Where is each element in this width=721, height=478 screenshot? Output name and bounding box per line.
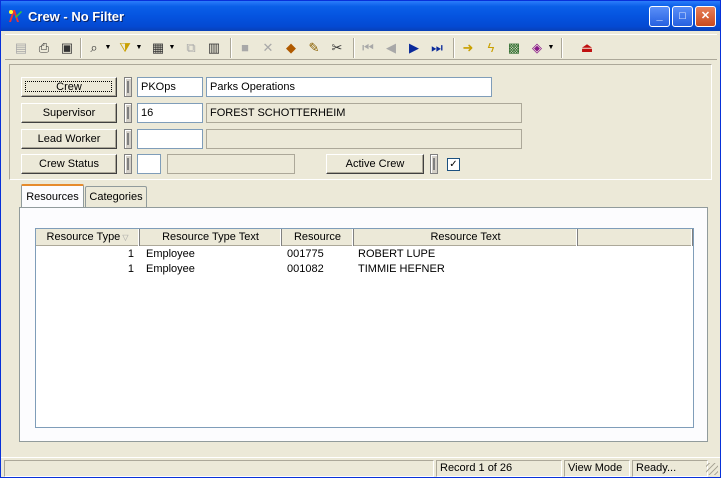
supervisor-name-field: FOREST SCHOTTERHEIM <box>206 103 522 123</box>
column-header-resource[interactable]: Resource <box>282 229 354 246</box>
toolbar-separator <box>561 38 563 58</box>
toolbar-separator <box>230 38 232 58</box>
column-header-empty <box>578 229 693 246</box>
cell-resource-type-text: Employee <box>146 263 195 275</box>
print-icon[interactable]: ⎙ <box>34 38 54 58</box>
crew-status-code-field[interactable] <box>137 154 161 174</box>
status-message: Ready... <box>632 460 708 477</box>
active-crew-button[interactable]: Active Crew <box>326 154 424 174</box>
last-record-icon[interactable]: ⏭ <box>427 38 447 58</box>
print-preview-icon[interactable]: ▣ <box>57 38 77 58</box>
toolbar-separator <box>453 38 455 58</box>
edit-icon[interactable]: ✎ <box>304 38 324 58</box>
minimize-button[interactable]: _ <box>649 6 670 27</box>
lead-worker-grip[interactable] <box>124 129 132 149</box>
status-bar: Record 1 of 26 View Mode Ready... <box>1 457 720 477</box>
supervisor-button[interactable]: Supervisor <box>21 103 117 123</box>
attach-icon[interactable]: ◆ <box>281 38 301 58</box>
column-header-resource-type[interactable]: Resource Type ▽ <box>36 229 140 246</box>
column-header-resource-text[interactable]: Resource Text <box>354 229 578 246</box>
resources-grid[interactable]: Resource Type ▽ Resource Type Text Resour… <box>35 228 694 428</box>
close-button[interactable]: ✕ <box>695 6 716 27</box>
map-icon[interactable]: ▩ <box>504 38 524 58</box>
search-icon[interactable]: ⌕ <box>84 38 104 58</box>
table-row[interactable]: 1 Employee 001775 ROBERT LUPE <box>36 247 693 262</box>
supervisor-code-field[interactable]: 16 <box>137 103 203 123</box>
crew-status-name-field <box>167 154 295 174</box>
tab-resources[interactable]: Resources <box>21 184 84 208</box>
toolbar-separator <box>80 38 82 58</box>
filter-icon[interactable]: ⧩ <box>115 38 135 58</box>
first-record-icon[interactable]: ⏮ <box>358 38 378 58</box>
next-record-icon[interactable]: ▶ <box>404 38 424 58</box>
supervisor-grip[interactable] <box>124 103 132 123</box>
crew-code-field[interactable]: PKOps <box>137 77 203 97</box>
report-icon[interactable]: ▦ <box>148 38 168 58</box>
lead-worker-button[interactable]: Lead Worker <box>21 129 117 149</box>
crew-grip[interactable] <box>124 77 132 97</box>
lead-worker-code-field[interactable] <box>137 129 203 149</box>
cell-resource-type: 1 <box>127 263 134 275</box>
cell-resource-type: 1 <box>127 248 134 260</box>
mode-indicator: View Mode <box>564 460 630 477</box>
cell-resource-text: TIMMIE HEFNER <box>358 263 445 275</box>
crew-status-button[interactable]: Crew Status <box>21 154 117 174</box>
toolbar-separator <box>353 38 355 58</box>
status-panel-blank <box>4 460 434 477</box>
cell-resource: 001082 <box>287 263 324 275</box>
save-icon[interactable]: ■ <box>235 38 255 58</box>
paste-icon[interactable]: ▥ <box>204 38 224 58</box>
report-dropdown-icon[interactable]: ▼ <box>168 38 176 58</box>
active-crew-checkbox[interactable]: ✓ <box>447 158 460 171</box>
new-record-icon[interactable]: ▤ <box>11 38 31 58</box>
record-counter: Record 1 of 26 <box>436 460 562 477</box>
cell-resource: 001775 <box>287 248 324 260</box>
quick-icon[interactable]: ϟ <box>481 38 501 58</box>
tab-categories[interactable]: Categories <box>85 186 147 208</box>
crew-window: Crew - No Filter _ □ ✕ ▤ ⎙ ▣ ⌕ ▼ ⧩ ▼ ▦ ▼… <box>0 0 721 478</box>
resources-tab-page: Resource Type ▽ Resource Type Text Resour… <box>19 207 708 442</box>
previous-record-icon[interactable]: ◀ <box>381 38 401 58</box>
crew-name-field[interactable]: Parks Operations <box>206 77 492 97</box>
exit-icon[interactable]: ⏏ <box>577 38 597 58</box>
column-header-label: Resource Type <box>46 231 121 243</box>
filter-dropdown-icon[interactable]: ▼ <box>135 38 143 58</box>
window-title: Crew - No Filter <box>28 9 125 24</box>
help-book-icon[interactable]: ◈ <box>527 38 547 58</box>
goto-icon[interactable]: ➜ <box>458 38 478 58</box>
delete-icon[interactable]: ✕ <box>258 38 278 58</box>
lead-worker-name-field <box>206 129 522 149</box>
column-header-resource-type-text[interactable]: Resource Type Text <box>140 229 282 246</box>
title-bar[interactable]: Crew - No Filter _ □ ✕ <box>1 1 720 31</box>
toolbar: ▤ ⎙ ▣ ⌕ ▼ ⧩ ▼ ▦ ▼ ⧉ ▥ ■ ✕ ◆ ✎ ✂ ⏮ ◀ ▶ ⏭ … <box>5 34 717 60</box>
maximize-button[interactable]: □ <box>672 6 693 27</box>
table-row[interactable]: 1 Employee 001082 TIMMIE HEFNER <box>36 262 693 277</box>
help-dropdown-icon[interactable]: ▼ <box>547 38 555 58</box>
crew-button[interactable]: Crew <box>21 77 117 97</box>
sort-icon: ▽ <box>122 233 129 242</box>
app-logo-icon <box>9 10 22 22</box>
crew-status-grip[interactable] <box>124 154 132 174</box>
active-crew-grip[interactable] <box>430 154 438 174</box>
cell-resource-type-text: Employee <box>146 248 195 260</box>
cell-resource-text: ROBERT LUPE <box>358 248 436 260</box>
copy-icon[interactable]: ⧉ <box>181 38 201 58</box>
search-dropdown-icon[interactable]: ▼ <box>104 38 112 58</box>
cut-icon[interactable]: ✂ <box>327 38 347 58</box>
resize-grip-icon[interactable] <box>706 463 718 475</box>
grid-header: Resource Type ▽ Resource Type Text Resour… <box>36 229 693 246</box>
